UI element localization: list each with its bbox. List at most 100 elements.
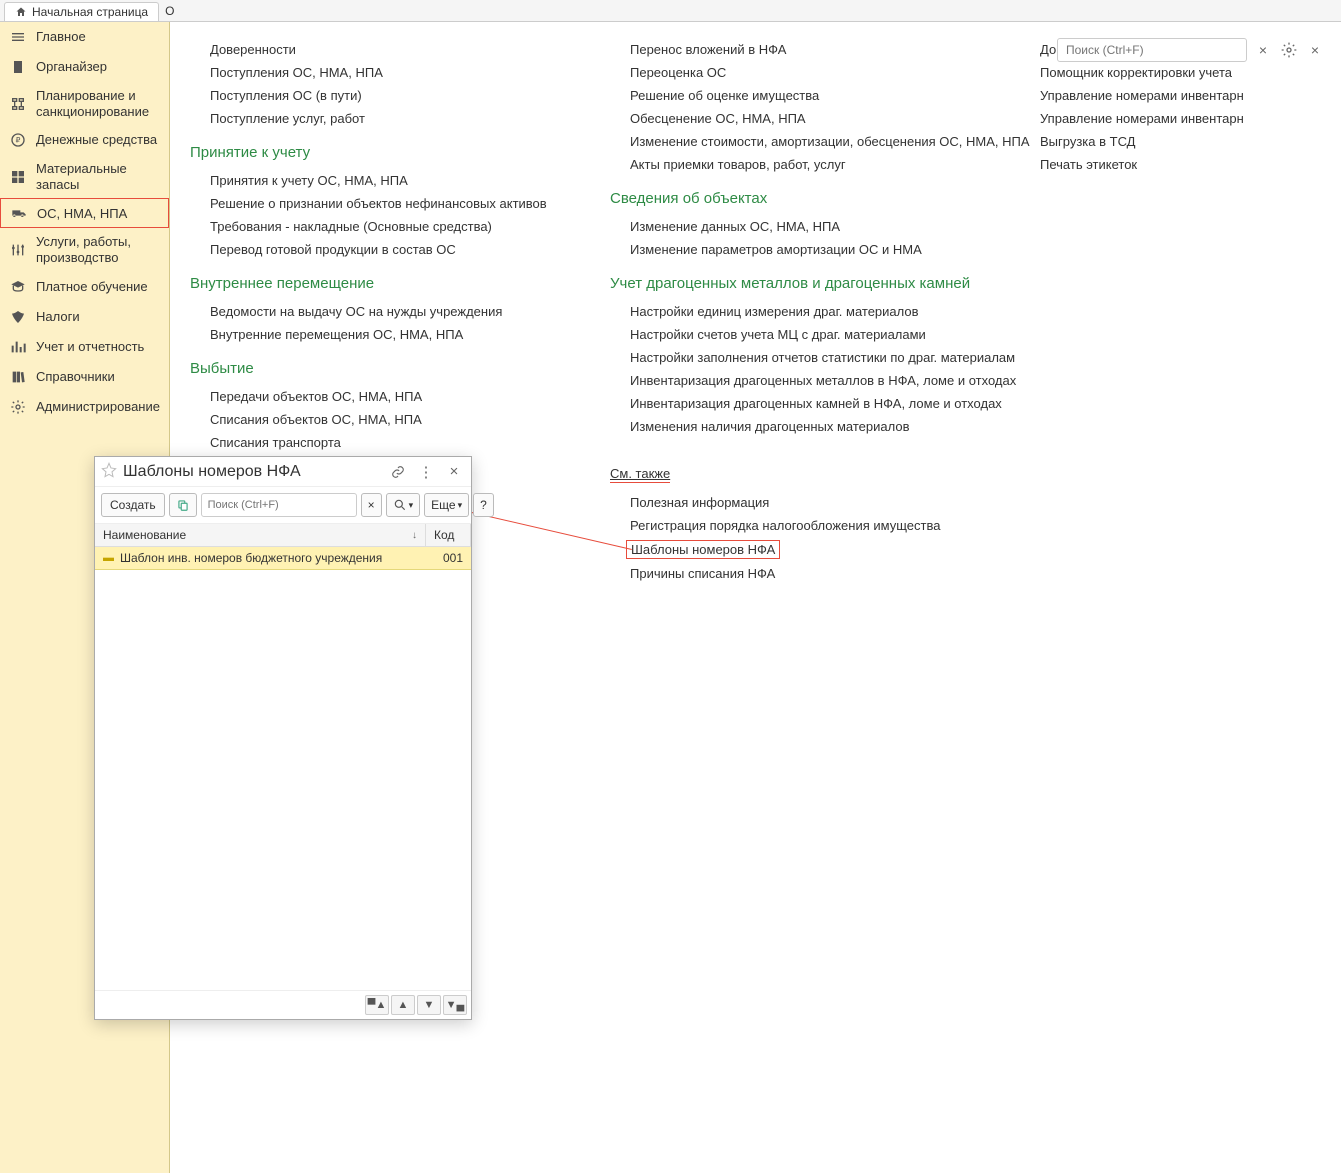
row-code: 001 <box>426 547 471 569</box>
more-menu-icon[interactable]: ⋮ <box>415 461 437 483</box>
truck-icon <box>11 205 27 221</box>
sidebar-item-services[interactable]: Услуги, работы, производство <box>0 228 169 271</box>
link-item[interactable]: Печать этикеток <box>1040 153 1260 176</box>
settings-button[interactable] <box>1279 40 1299 60</box>
item-icon: ▬ <box>103 552 114 564</box>
link-item[interactable]: Инвентаризация драгоценных камней в НФА,… <box>610 392 1000 415</box>
flow-icon <box>10 96 26 112</box>
link-item[interactable]: Передачи объектов ОС, НМА, НПА <box>190 385 570 408</box>
home-icon <box>15 6 27 18</box>
table-header-name[interactable]: Наименование↓ <box>95 524 426 546</box>
link-item[interactable]: Требования - накладные (Основные средств… <box>190 215 570 238</box>
tab-home-label: Начальная страница <box>32 5 148 19</box>
dialog-title: Шаблоны номеров НФА <box>123 463 381 481</box>
link-item[interactable]: Акты приемки товаров, работ, услуг <box>610 153 1000 176</box>
dialog-templates: Шаблоны номеров НФА ⋮ × Создать × ▾ Еще▾… <box>94 456 472 1020</box>
books-icon <box>10 369 26 385</box>
section-heading[interactable]: Внутреннее перемещение <box>190 275 570 292</box>
table-row[interactable]: ▬ Шаблон инв. номеров бюджетного учрежден… <box>95 547 471 570</box>
gear-icon <box>1281 42 1297 58</box>
link-item[interactable]: Изменение стоимости, амортизации, обесце… <box>610 130 1000 153</box>
link-item[interactable]: Перенос вложений в НФА <box>610 38 1000 61</box>
section-heading[interactable]: Учет драгоценных металлов и драгоценных … <box>610 275 1000 292</box>
section-heading[interactable]: Принятие к учету <box>190 144 570 161</box>
favorite-icon[interactable] <box>101 462 117 481</box>
sidebar-item-ref[interactable]: Справочники <box>0 362 169 392</box>
link-item[interactable]: Настройки единиц измерения драг. материа… <box>610 300 1000 323</box>
link-item[interactable]: Решение о признании объектов нефинансовы… <box>190 192 570 215</box>
sort-asc-icon: ↓ <box>412 530 417 541</box>
copy-button[interactable] <box>169 493 197 517</box>
link-item[interactable]: Доверенности <box>190 38 570 61</box>
see-also-heading: См. также <box>610 466 670 483</box>
row-name: Шаблон инв. номеров бюджетного учреждени… <box>120 551 382 565</box>
close-dialog-button[interactable]: × <box>443 461 465 483</box>
section-heading[interactable]: Выбытие <box>190 360 570 377</box>
sliders-icon <box>10 242 26 258</box>
sidebar-item-os[interactable]: ОС, НМА, НПА <box>0 198 169 228</box>
sidebar-item-organizer[interactable]: Органайзер <box>0 52 169 82</box>
link-item[interactable]: Перевод готовой продукции в состав ОС <box>190 238 570 261</box>
tab-home[interactable]: Начальная страница <box>4 2 159 21</box>
sidebar-item-report[interactable]: Учет и отчетность <box>0 332 169 362</box>
link-templates-nfa[interactable]: Шаблоны номеров НФА <box>626 540 780 559</box>
create-button[interactable]: Создать <box>101 493 165 517</box>
link-item[interactable]: Полезная информация <box>610 491 1000 514</box>
search-input[interactable] <box>1057 38 1247 62</box>
close-panel-button[interactable]: × <box>1305 40 1325 60</box>
link-item[interactable]: Причины списания НФА <box>610 562 1000 585</box>
scroll-top-button[interactable]: ▀▲ <box>365 995 389 1015</box>
link-item[interactable]: Поступления ОС, НМА, НПА <box>190 61 570 84</box>
link-item[interactable]: Выгрузка в ТСД <box>1040 130 1260 153</box>
link-item[interactable]: Изменения наличия драгоценных материалов <box>610 415 1000 438</box>
link-icon[interactable] <box>387 461 409 483</box>
link-item[interactable]: Переоценка ОС <box>610 61 1000 84</box>
link-item[interactable]: Ведомости на выдачу ОС на нужды учрежден… <box>190 300 570 323</box>
link-item[interactable]: Поступление услуг, работ <box>190 107 570 130</box>
link-item[interactable]: Обесценение ОС, НМА, НПА <box>610 107 1000 130</box>
link-item[interactable]: Изменение параметров амортизации ОС и НМ… <box>610 238 1000 261</box>
ruble-icon: ₽ <box>10 132 26 148</box>
scroll-up-button[interactable]: ▲ <box>391 995 415 1015</box>
help-button[interactable]: ? <box>473 493 494 517</box>
grid-icon <box>10 169 26 185</box>
link-item[interactable]: Настройки заполнения отчетов статистики … <box>610 346 1000 369</box>
link-item[interactable]: Инвентаризация драгоценных металлов в НФ… <box>610 369 1000 392</box>
link-item[interactable]: Решение об оценке имущества <box>610 84 1000 107</box>
find-button[interactable]: ▾ <box>386 493 421 517</box>
link-item[interactable]: Внутренние перемещения ОС, НМА, НПА <box>190 323 570 346</box>
table-header-code[interactable]: Код <box>426 524 471 546</box>
tab-truncated[interactable]: О <box>159 2 180 20</box>
link-item[interactable]: Управление номерами инвентарн <box>1040 84 1260 107</box>
sidebar-item-education[interactable]: Платное обучение <box>0 272 169 302</box>
sidebar-item-money[interactable]: ₽Денежные средства <box>0 125 169 155</box>
link-item[interactable]: Изменение данных ОС, НМА, НПА <box>610 215 1000 238</box>
more-button[interactable]: Еще▾ <box>424 493 469 517</box>
link-item[interactable]: Списания объектов ОС, НМА, НПА <box>190 408 570 431</box>
svg-text:₽: ₽ <box>16 136 21 145</box>
link-item[interactable]: Принятия к учету ОС, НМА, НПА <box>190 169 570 192</box>
sidebar-item-main[interactable]: Главное <box>0 22 169 52</box>
scroll-bottom-button[interactable]: ▼▄ <box>443 995 467 1015</box>
sidebar-item-tax[interactable]: Налоги <box>0 302 169 332</box>
link-item[interactable]: Настройки счетов учета МЦ с драг. матери… <box>610 323 1000 346</box>
copy-icon <box>176 498 190 512</box>
link-item[interactable]: Регистрация порядка налогообложения имущ… <box>610 514 1000 537</box>
link-item[interactable]: Поступления ОС (в пути) <box>190 84 570 107</box>
sidebar-item-mat[interactable]: Материальные запасы <box>0 155 169 198</box>
sidebar-item-plan[interactable]: Планирование и санкционирование <box>0 82 169 125</box>
chart-icon <box>10 339 26 355</box>
clear-search-button[interactable]: × <box>361 493 382 517</box>
clear-search-button[interactable]: × <box>1253 40 1273 60</box>
link-item[interactable]: Помощник корректировки учета <box>1040 61 1260 84</box>
dialog-search-input[interactable] <box>201 493 357 517</box>
menu-icon <box>10 29 26 45</box>
link-item[interactable]: Списания транспорта <box>190 431 570 454</box>
link-item[interactable]: Управление номерами инвентарн <box>1040 107 1260 130</box>
scroll-down-button[interactable]: ▼ <box>417 995 441 1015</box>
sidebar-item-admin[interactable]: Администрирование <box>0 392 169 422</box>
clipboard-icon <box>10 59 26 75</box>
section-heading[interactable]: Сведения об объектах <box>610 190 1000 207</box>
graduate-icon <box>10 279 26 295</box>
search-icon <box>393 498 407 512</box>
